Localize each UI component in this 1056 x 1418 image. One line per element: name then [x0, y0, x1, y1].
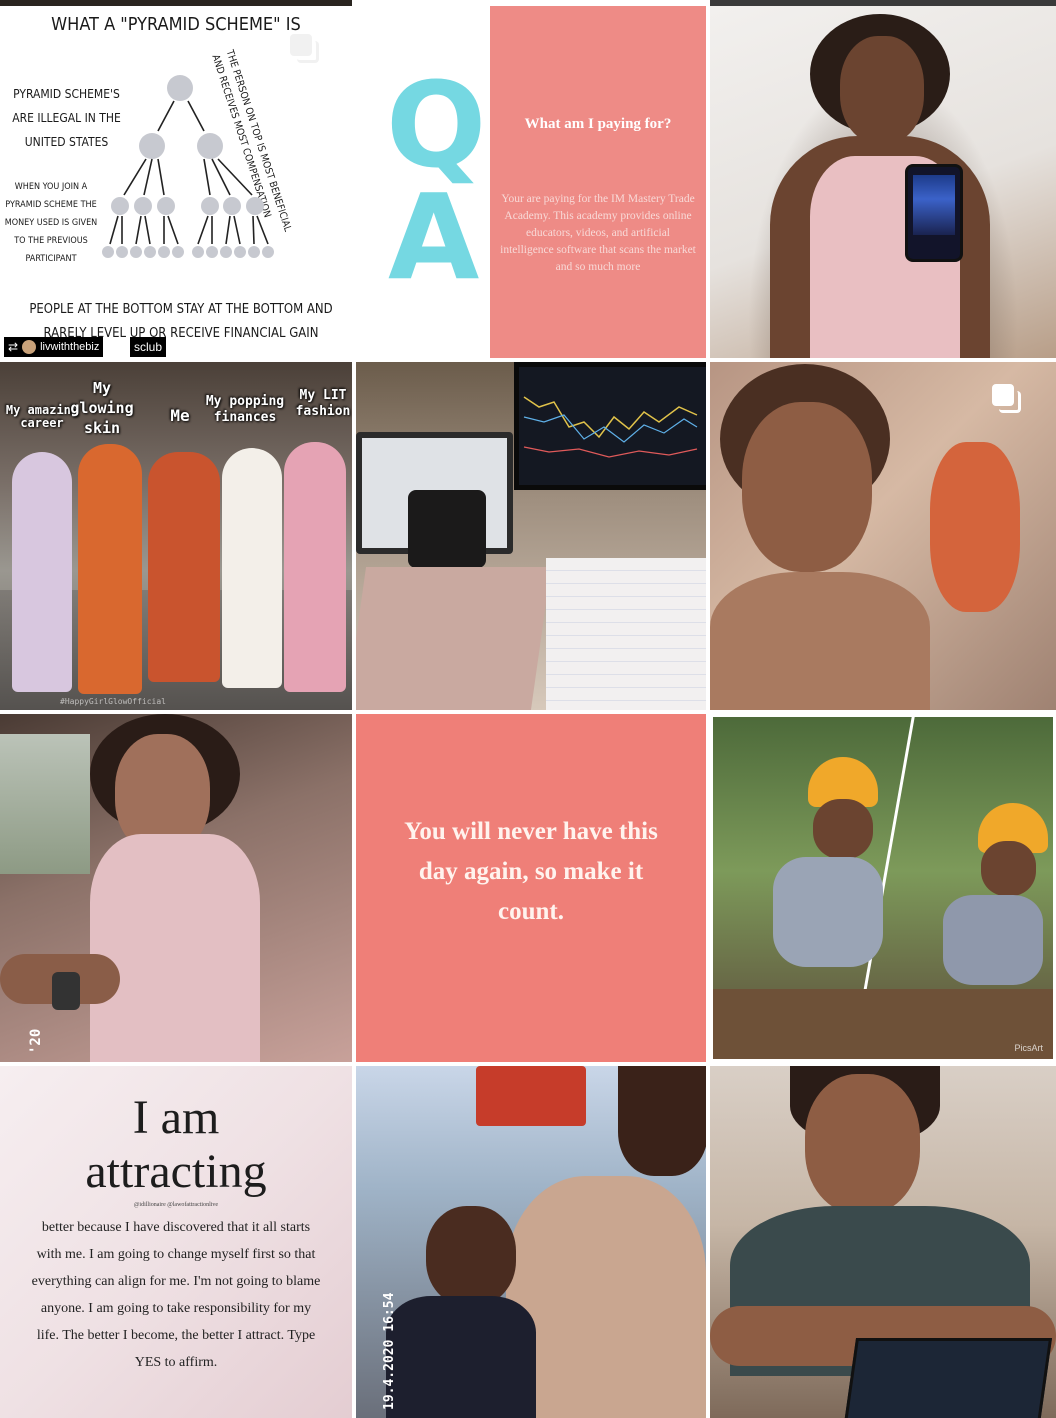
meme-label-me: Me — [170, 406, 190, 425]
photo-face-1 — [813, 799, 873, 859]
photo-stamp: '20 — [28, 1028, 44, 1054]
repost-badge[interactable]: ⇄ livwiththebiz — [4, 337, 104, 357]
meme-label-fashion: My LIT fashion — [295, 388, 351, 419]
photo-window — [0, 734, 90, 874]
post-glow-meme[interactable]: My amazing career My glowing skin Me My … — [0, 362, 352, 710]
meme-watermark: #HappyGirlGlowOfficial — [60, 697, 166, 706]
photo-child-face — [426, 1206, 516, 1306]
qa-letter-a: A — [388, 168, 480, 306]
attracting-body: better because I have discovered that it… — [31, 1220, 321, 1370]
qa-title: What am I paying for? — [524, 116, 672, 132]
photo-deck — [713, 989, 1053, 1059]
photo-woman-5 — [284, 442, 346, 692]
photo-child — [930, 442, 1020, 612]
meme-label-finances: My popping finances — [205, 394, 285, 425]
tablet-image — [843, 1338, 1053, 1418]
photo-shirt-2 — [943, 895, 1043, 985]
meme-label-skin: My glowing skin — [70, 379, 134, 437]
zipline-watermark: PicsArt — [1014, 1043, 1043, 1053]
post-mom-son-car[interactable] — [710, 362, 1056, 710]
post-trading-desk[interactable] — [356, 362, 706, 710]
photo-face — [805, 1074, 920, 1214]
photo-woman-1 — [12, 452, 72, 692]
photo-face — [742, 402, 872, 572]
attracting-line2: attracting — [85, 1145, 267, 1198]
qa-letter-q: Q — [386, 56, 487, 194]
photo-face — [840, 36, 924, 144]
post-zipline[interactable]: PicsArt — [710, 714, 1056, 1062]
pyramid-left-text-2: WHEN YOU JOIN A PYRAMID SCHEME THE MONEY… — [4, 182, 98, 264]
photo-woman-2 — [78, 444, 142, 694]
photo-stamp: 19.4.2020 16:54 — [382, 1292, 397, 1410]
watch-image — [52, 972, 80, 1010]
pyramid-diagram — [102, 75, 274, 258]
photo-woman-4 — [222, 448, 282, 688]
multiple-posts-icon — [290, 34, 320, 64]
qa-body: Your are paying for the IM Mastery Trade… — [500, 193, 696, 273]
photo-sign — [476, 1066, 586, 1126]
attracting-handle: @idillionaire @lawofattractionlive — [133, 1202, 219, 1208]
qa-pink-panel: What am I paying for? Your are paying fo… — [490, 6, 706, 358]
photo-shirt-1 — [773, 857, 883, 967]
repost-username: livwiththebiz — [40, 341, 100, 353]
repost-icon: ⇄ — [8, 340, 19, 354]
photo-child-body — [386, 1296, 536, 1418]
phone-image — [905, 164, 963, 262]
repost-avatar — [22, 340, 37, 354]
photo-woman-3 — [148, 452, 220, 682]
post-pyramid-scheme[interactable]: WHAT A "PYRAMID SCHEME" IS PYRAMID SCHEM… — [0, 6, 352, 358]
photo-tank-top — [90, 834, 260, 1062]
pyramid-title: WHAT A "PYRAMID SCHEME" IS — [51, 14, 301, 35]
photo-shoulder — [710, 572, 930, 710]
photo-mom-face — [618, 1066, 706, 1176]
quote-text: You will never have this day again, so m… — [404, 818, 658, 925]
repost-suffix: sclub — [130, 337, 167, 357]
post-qa[interactable]: Q A What am I paying for? Your are payin… — [356, 0, 706, 358]
post-quote[interactable]: You will never have this day again, so m… — [356, 714, 706, 1062]
notepad-image — [546, 558, 706, 710]
mug-image — [408, 490, 486, 568]
monitor-image — [514, 362, 706, 490]
notebook-image — [356, 567, 552, 710]
photo-mom-body — [506, 1176, 706, 1418]
multiple-posts-icon — [992, 384, 1022, 414]
post-son-selfie[interactable]: 19.4.2020 16:54 — [356, 1066, 706, 1418]
attracting-line1: I am — [132, 1091, 220, 1144]
post-woman-table[interactable] — [710, 1066, 1056, 1418]
post-woman-phone[interactable] — [710, 6, 1056, 358]
photo-face-2 — [981, 841, 1036, 896]
post-attracting[interactable]: I am attracting @idillionaire @lawofattr… — [0, 1066, 352, 1418]
post-car-selfie[interactable]: '20 — [0, 714, 352, 1062]
